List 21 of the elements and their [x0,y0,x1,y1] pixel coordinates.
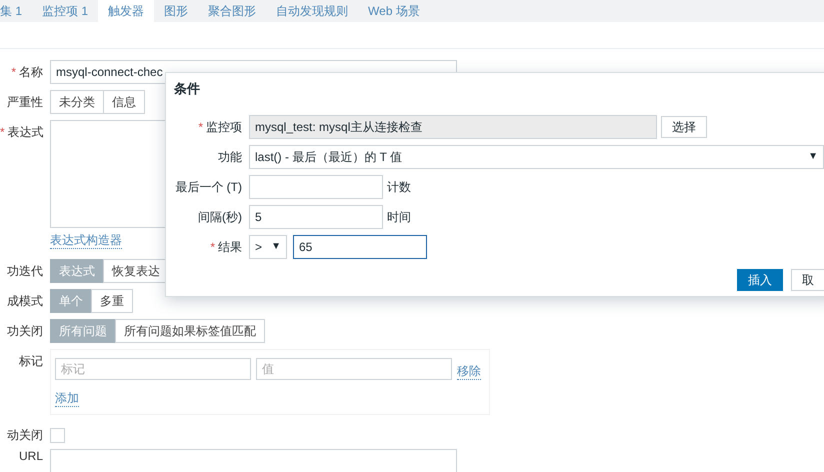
item-field: mysql_test: mysql主从连接检查 [249,115,657,139]
required-asterisk: * [198,120,203,134]
unit-label: 计数 [387,178,411,196]
field-label: 最后一个 (T) [175,180,242,194]
required-asterisk: * [210,240,215,254]
field-label: 名称 [19,65,43,79]
field-label: URL [18,449,43,463]
field-label: 成模式 [7,294,43,308]
field-label: 标记 [19,354,43,368]
field-label: 功迭代 [7,264,43,278]
field-label: 间隔(秒) [198,210,242,224]
field-label: 动关闭 [7,428,43,442]
field-label: 表达式 [8,125,44,139]
field-label: 功关闭 [7,324,43,338]
field-label: 严重性 [7,95,43,109]
field-label: 监控项 [206,120,242,134]
required-asterisk: * [11,65,16,79]
required-asterisk: * [0,125,5,139]
field-label: 结果 [218,240,242,254]
unit-label: 时间 [387,208,411,226]
field-label: 功能 [218,150,242,164]
